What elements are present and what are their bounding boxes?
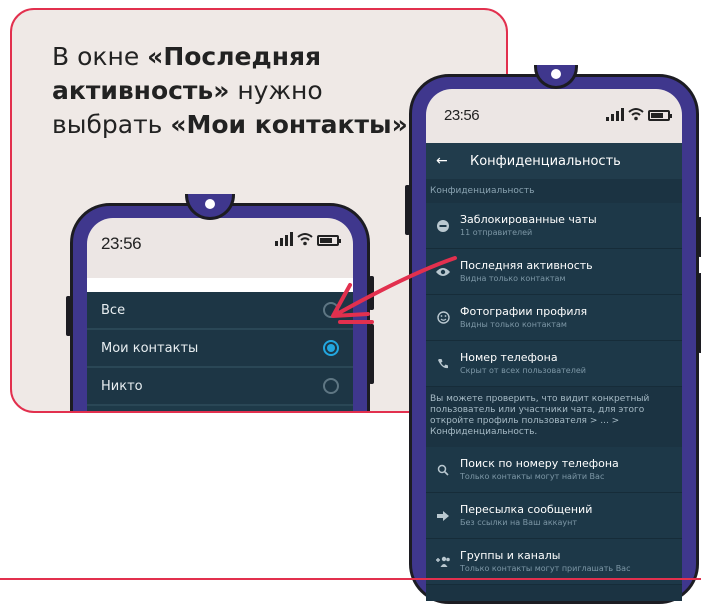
divider-line <box>0 578 701 580</box>
pointer-arrow <box>331 256 457 324</box>
